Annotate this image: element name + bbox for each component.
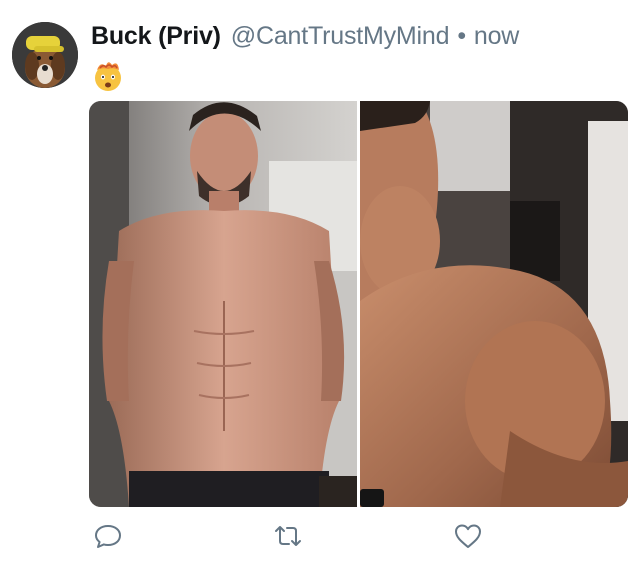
reply-button[interactable] [90, 518, 126, 554]
media-grid[interactable] [89, 101, 628, 507]
before-photo[interactable] [89, 101, 357, 507]
retweet-button[interactable] [270, 518, 306, 554]
action-bar [90, 518, 490, 554]
after-photo[interactable] [360, 101, 628, 507]
avatar[interactable] [12, 22, 78, 88]
heart-icon [455, 524, 481, 548]
timestamp[interactable]: now [474, 22, 519, 51]
display-name[interactable]: Buck (Priv) [91, 22, 221, 51]
exploding-head-emoji [91, 58, 125, 92]
reply-icon [95, 525, 121, 548]
tweet[interactable]: Buck (Priv) @CantTrustMyMind • now [0, 0, 640, 562]
dog-avatar-image [12, 22, 78, 88]
tweet-header: Buck (Priv) @CantTrustMyMind • now [91, 22, 519, 54]
like-button[interactable] [450, 518, 486, 554]
user-handle[interactable]: @CantTrustMyMind [231, 22, 450, 51]
retweet-icon [275, 526, 301, 546]
separator-dot: • [457, 22, 466, 50]
